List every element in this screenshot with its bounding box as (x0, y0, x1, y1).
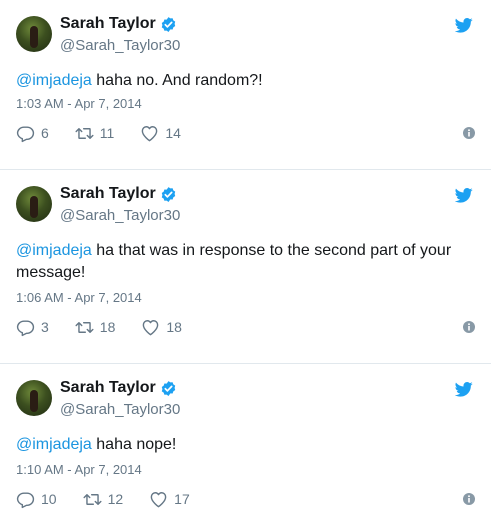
like-count: 18 (166, 319, 182, 335)
heart-icon (142, 125, 158, 141)
tweet-text: @imjadeja ha that was in response to the… (16, 240, 466, 284)
retweet-count: 11 (99, 125, 115, 141)
author-handle[interactable]: @Sarah_Taylor30 (60, 207, 180, 224)
info-icon[interactable] (463, 321, 475, 333)
mention-link[interactable]: @imjadeja (16, 242, 92, 259)
reply-button[interactable]: 3 (16, 318, 49, 337)
mention-link[interactable]: @imjadeja (16, 72, 92, 89)
author-handle[interactable]: @Sarah_Taylor30 (60, 401, 180, 418)
tweet-timestamp[interactable]: 1:03 AM - Apr 7, 2014 (16, 96, 142, 111)
info-icon[interactable] (463, 127, 475, 139)
tweet-card[interactable]: Sarah Taylor @Sarah_Taylor30 @imjadeja h… (0, 170, 491, 364)
tweet-timestamp[interactable]: 1:10 AM - Apr 7, 2014 (16, 462, 142, 477)
author-name[interactable]: Sarah Taylor (60, 15, 156, 33)
reply-icon (16, 125, 35, 142)
tweet-card[interactable]: Sarah Taylor @Sarah_Taylor30 @imjadeja h… (0, 364, 491, 529)
verified-badge-icon (161, 186, 175, 202)
reply-count: 10 (41, 491, 57, 507)
verified-badge-icon (161, 16, 175, 32)
mention-link[interactable]: @imjadeja (16, 436, 92, 453)
avatar[interactable] (16, 186, 52, 222)
reply-count: 3 (41, 319, 49, 335)
tweet-card[interactable]: Sarah Taylor @Sarah_Taylor30 @imjadeja h… (0, 0, 491, 170)
twitter-bird-icon[interactable] (455, 18, 473, 33)
retweet-count: 18 (99, 319, 116, 335)
like-button[interactable]: 17 (149, 490, 190, 509)
like-count: 17 (174, 491, 190, 507)
avatar[interactable] (16, 380, 52, 416)
tweet-body: haha nope! (91, 436, 177, 453)
heart-icon (150, 491, 167, 507)
like-count: 14 (165, 125, 181, 141)
retweet-icon (83, 493, 102, 505)
verified-badge-icon (161, 380, 175, 396)
reply-button[interactable]: 6 (16, 124, 49, 143)
like-button[interactable]: 14 (140, 124, 181, 143)
retweet-button[interactable]: 18 (75, 318, 116, 337)
retweet-icon (75, 127, 94, 139)
reply-button[interactable]: 10 (16, 490, 57, 509)
retweet-count: 12 (107, 491, 124, 507)
like-button[interactable]: 18 (141, 318, 182, 337)
info-icon[interactable] (463, 493, 475, 505)
author-handle[interactable]: @Sarah_Taylor30 (60, 37, 180, 54)
avatar[interactable] (16, 16, 52, 52)
author-name[interactable]: Sarah Taylor (60, 379, 156, 397)
tweet-body: haha no. And random?! (91, 72, 263, 89)
tweet-text: @imjadeja haha no. And random?! (16, 70, 466, 92)
reply-icon (16, 491, 35, 508)
reply-count: 6 (41, 125, 49, 141)
retweet-button[interactable]: 11 (75, 124, 115, 143)
reply-icon (16, 319, 35, 336)
tweet-timestamp[interactable]: 1:06 AM - Apr 7, 2014 (16, 290, 142, 305)
retweet-button[interactable]: 12 (83, 490, 124, 509)
twitter-bird-icon[interactable] (455, 188, 473, 203)
author-name[interactable]: Sarah Taylor (60, 185, 156, 203)
twitter-bird-icon[interactable] (455, 382, 473, 397)
tweet-text: @imjadeja haha nope! (16, 434, 466, 456)
heart-icon (143, 319, 159, 335)
retweet-icon (75, 321, 94, 333)
